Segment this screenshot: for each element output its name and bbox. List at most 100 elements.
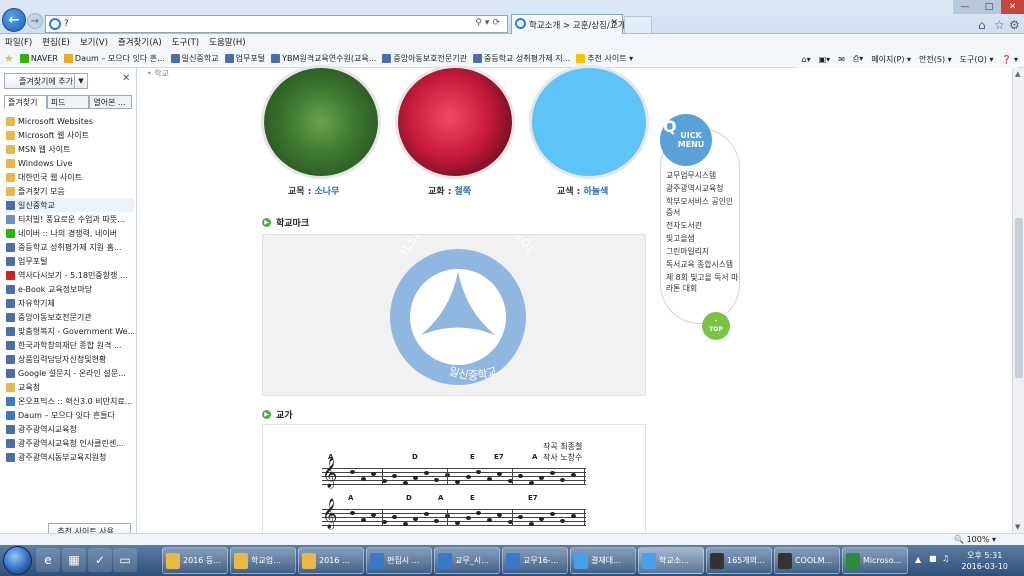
taskbar-item[interactable]: 165개의... [706,547,772,574]
taskbar-item[interactable]: 학교업... [230,547,296,574]
quick-link[interactable]: 그린마일리지 [666,246,740,257]
favorites-star-icon[interactable]: ★ [4,52,14,65]
favorite-item[interactable]: 티처빌! 풍요로운 수업과 따뜻... [6,212,134,226]
quick-link[interactable]: 학부모서비스 공인인증서 [666,196,740,218]
scroll-up-icon[interactable]: ▲ [1015,70,1020,78]
explorer-pinned-icon[interactable]: ▦ [62,548,86,572]
mail-cmd-icon[interactable]: ✉ [838,55,845,64]
favorite-item[interactable]: Google 설문지 - 온라인 설문... [6,366,134,380]
add-favorite-dropdown[interactable]: ▼ [74,73,88,89]
desktop-pinned-icon[interactable]: ▭ [113,548,137,572]
zoom-level[interactable]: 🔍 100% ▾ [954,535,996,544]
favorite-item[interactable]: Microsoft Websites [6,114,134,128]
favorite-item[interactable]: 중등학교 성취평가제 지원 홈... [6,240,134,254]
favbar-item[interactable]: 중앙아동보호전문기관 [382,53,467,64]
menu-favorites[interactable]: 즐겨찾기(A) [118,36,162,48]
favorite-item[interactable]: 광주광역시교육청 인사클린센... [6,436,134,450]
favorite-item[interactable]: 온오프믹스 :: 혁신3.0 비만치료... [6,394,134,408]
favbar-item[interactable]: 중등학교 성취평가제 지... [472,53,570,64]
volume-icon[interactable]: ♫ [942,554,949,563]
favorite-item[interactable]: 광주광역시교육청 [6,422,134,436]
forward-button[interactable]: → [27,13,43,29]
taskbar-item[interactable]: 편집시 ... [366,547,432,574]
favorite-item[interactable]: 업무포털 [6,254,134,268]
quick-link[interactable]: 광주광역시교육청 [666,183,740,194]
vertical-scrollbar[interactable]: ▲ ▼ [1012,68,1024,533]
favorite-item[interactable]: 역사다시보기 - 5.18민중항쟁 ... [6,268,134,282]
favorite-item[interactable]: 광주광역시동부교육지원청 [6,450,134,464]
taskbar-item[interactable]: 학교소... [638,547,704,574]
scroll-thumb[interactable] [1015,218,1023,378]
clock[interactable]: 오후 5:31 2016-03-10 [962,550,1009,572]
home-icon[interactable]: ⌂ [978,18,986,32]
favorite-item[interactable]: 한국과학창의재단 종합 원격 ... [6,338,134,352]
address-bar[interactable]: ? ⚲▾⟳ [45,15,508,33]
taskbar-item[interactable]: 2016 등... [162,547,228,574]
feed-cmd-icon[interactable]: ▣▾ [819,55,831,64]
menu-view[interactable]: 보기(V) [80,36,108,48]
favbar-item[interactable]: 업무포털 [224,53,265,64]
favorite-item[interactable]: 네이버 :: 나의 경쟁력, 네이버 [6,226,134,240]
network-icon[interactable]: ■ [929,554,937,563]
quick-link[interactable]: 제 8회 빛고을 독서 마라톤 대회 [666,272,740,294]
tab-close-icon[interactable]: ✕ [610,18,618,28]
window-close-button[interactable]: ✕ [1001,0,1024,14]
browser-tab[interactable]: 학교소개 > 교훈/상징/교가 ✕ [511,14,625,34]
minimize-button[interactable]: — [953,0,977,14]
safety-menu[interactable]: 안전(S) ▾ [919,54,952,65]
tab-feeds[interactable]: 피드 [46,95,90,109]
quick-link[interactable]: 교무업무시스템 [666,170,740,181]
favorite-item[interactable]: 일신중학교 [6,198,134,212]
taskbar-item[interactable]: COOLM... [774,547,840,574]
favorite-item[interactable]: e-Book 교육정보마당 [6,282,134,296]
favbar-item[interactable]: NAVER [19,54,58,63]
hwp-pinned-icon[interactable]: ✓ [88,548,112,572]
menu-help[interactable]: 도움말(H) [209,36,245,48]
taskbar-item[interactable]: 2016 ... [298,547,364,574]
start-button[interactable] [3,546,32,575]
favorite-item[interactable]: Daum – 모으다 잇다 흔들다 [6,408,134,422]
home-cmd-icon[interactable]: ⌂▾ [802,55,811,64]
favorite-item[interactable]: Windows Live [6,156,134,170]
favorite-item[interactable]: 대한민국 웹 사이트 [6,170,134,184]
quick-link[interactable]: 독서교육 종합시스템 [666,259,740,270]
tab-history[interactable]: 열어본 ... [89,95,133,109]
favorite-item[interactable]: 상품입력담당자신청및현황 [6,352,134,366]
tray-arrow-icon[interactable]: ▲ [915,555,921,564]
gear-icon[interactable]: ⚙ [1009,18,1020,32]
favorite-item[interactable]: 자유학기제 [6,296,134,310]
favbar-item[interactable]: 일신중학교 [170,53,219,64]
help-menu[interactable]: ❓ ▾ [1001,55,1018,64]
quick-link[interactable]: 빛고을샘 [666,233,740,244]
new-tab-button[interactable] [624,16,652,33]
tab-favorites[interactable]: 즐겨찾기 [4,95,47,109]
scroll-down-icon[interactable]: ▼ [1015,523,1020,531]
tools-menu[interactable]: 도구(O) ▾ [960,54,994,65]
pane-close-icon[interactable]: ✕ [122,73,130,84]
favorite-item[interactable]: 즐겨찾기 모음 [6,184,134,198]
taskbar-item[interactable]: 교무16-... [502,547,568,574]
address-tools[interactable]: ⚲▾⟳ [475,18,503,28]
taskbar-item[interactable]: 교무_시... [434,547,500,574]
favbar-item[interactable]: YBM원격교육연수원(교육... [271,53,376,64]
favorite-item[interactable]: 맞춤형복지 - Government We... [6,324,134,338]
top-button[interactable]: ⌃ TOP [702,312,730,340]
favorite-item[interactable]: Microsoft 웹 사이트 [6,128,134,142]
back-button[interactable]: ← [2,8,26,32]
taskbar-item[interactable]: Microso... [842,547,908,574]
maximize-button[interactable]: □ [977,0,1001,14]
favorite-item[interactable]: 중앙아동보호전문기관 [6,310,134,324]
menu-file[interactable]: 파일(F) [5,36,32,48]
print-cmd-icon[interactable]: ⎙▾ [853,54,863,64]
page-menu[interactable]: 페이지(P) ▾ [871,54,911,65]
menu-edit[interactable]: 편집(E) [42,36,70,48]
menu-tools[interactable]: 도구(T) [172,36,199,48]
quick-link[interactable]: 전자도서관 [666,220,740,231]
favorite-item[interactable]: 교육청 [6,380,134,394]
ie-pinned-icon[interactable]: e [36,548,60,572]
star-icon[interactable]: ☆ [994,18,1005,32]
taskbar-item[interactable]: 결재대... [570,547,636,574]
favorite-item[interactable]: MSN 웹 사이트 [6,142,134,156]
favbar-item[interactable]: 추천 사이트 ▾ [576,53,633,64]
favbar-item[interactable]: Daum – 모으다 잇다 흔... [63,53,165,64]
